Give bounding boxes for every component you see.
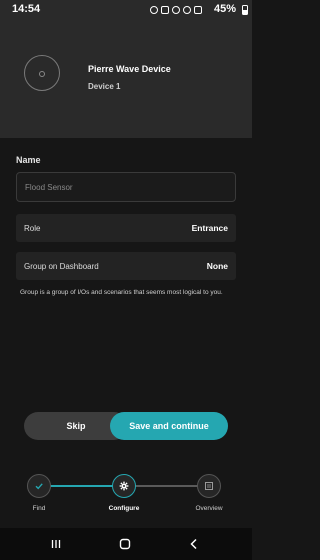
alarm-icon xyxy=(150,6,158,14)
name-label: Name xyxy=(16,155,41,165)
step-label-overview: Overview xyxy=(195,505,223,512)
mute-icon xyxy=(161,6,169,14)
recent-apps-icon[interactable] xyxy=(48,536,64,552)
step-label-configure: Configure xyxy=(108,505,140,512)
device-subtitle: Device 1 xyxy=(88,82,121,91)
status-time: 14:54 xyxy=(12,3,41,15)
group-row[interactable]: Group on Dashboard None xyxy=(16,252,236,280)
check-icon xyxy=(35,483,43,490)
group-label: Group on Dashboard xyxy=(24,261,99,271)
step-find[interactable] xyxy=(27,474,51,498)
device-avatar xyxy=(24,55,60,91)
location-icon xyxy=(172,6,180,14)
group-hint: Group is a group of I/Os and scenarios t… xyxy=(20,289,223,296)
battery-icon xyxy=(242,5,248,15)
signal-icon xyxy=(194,6,202,14)
step-configure[interactable] xyxy=(112,474,136,498)
device-name: Pierre Wave Device xyxy=(88,64,171,74)
step-overview[interactable] xyxy=(197,474,221,498)
role-label: Role xyxy=(24,223,41,233)
group-value: None xyxy=(206,261,228,271)
back-icon[interactable] xyxy=(186,536,202,552)
stepper-track-done xyxy=(48,485,118,487)
save-and-continue-button[interactable]: Save and continue xyxy=(110,412,228,440)
overview-icon xyxy=(205,482,213,490)
status-icons xyxy=(150,4,212,16)
battery-percent: 45% xyxy=(214,3,237,15)
role-row[interactable]: Role Entrance xyxy=(16,214,236,242)
gear-icon xyxy=(119,481,129,491)
wifi-icon xyxy=(183,6,191,14)
step-label-find: Find xyxy=(32,505,46,512)
stepper-track-todo xyxy=(134,485,200,487)
home-icon[interactable] xyxy=(117,536,133,552)
role-value: Entrance xyxy=(191,223,228,233)
name-input[interactable] xyxy=(16,172,236,202)
